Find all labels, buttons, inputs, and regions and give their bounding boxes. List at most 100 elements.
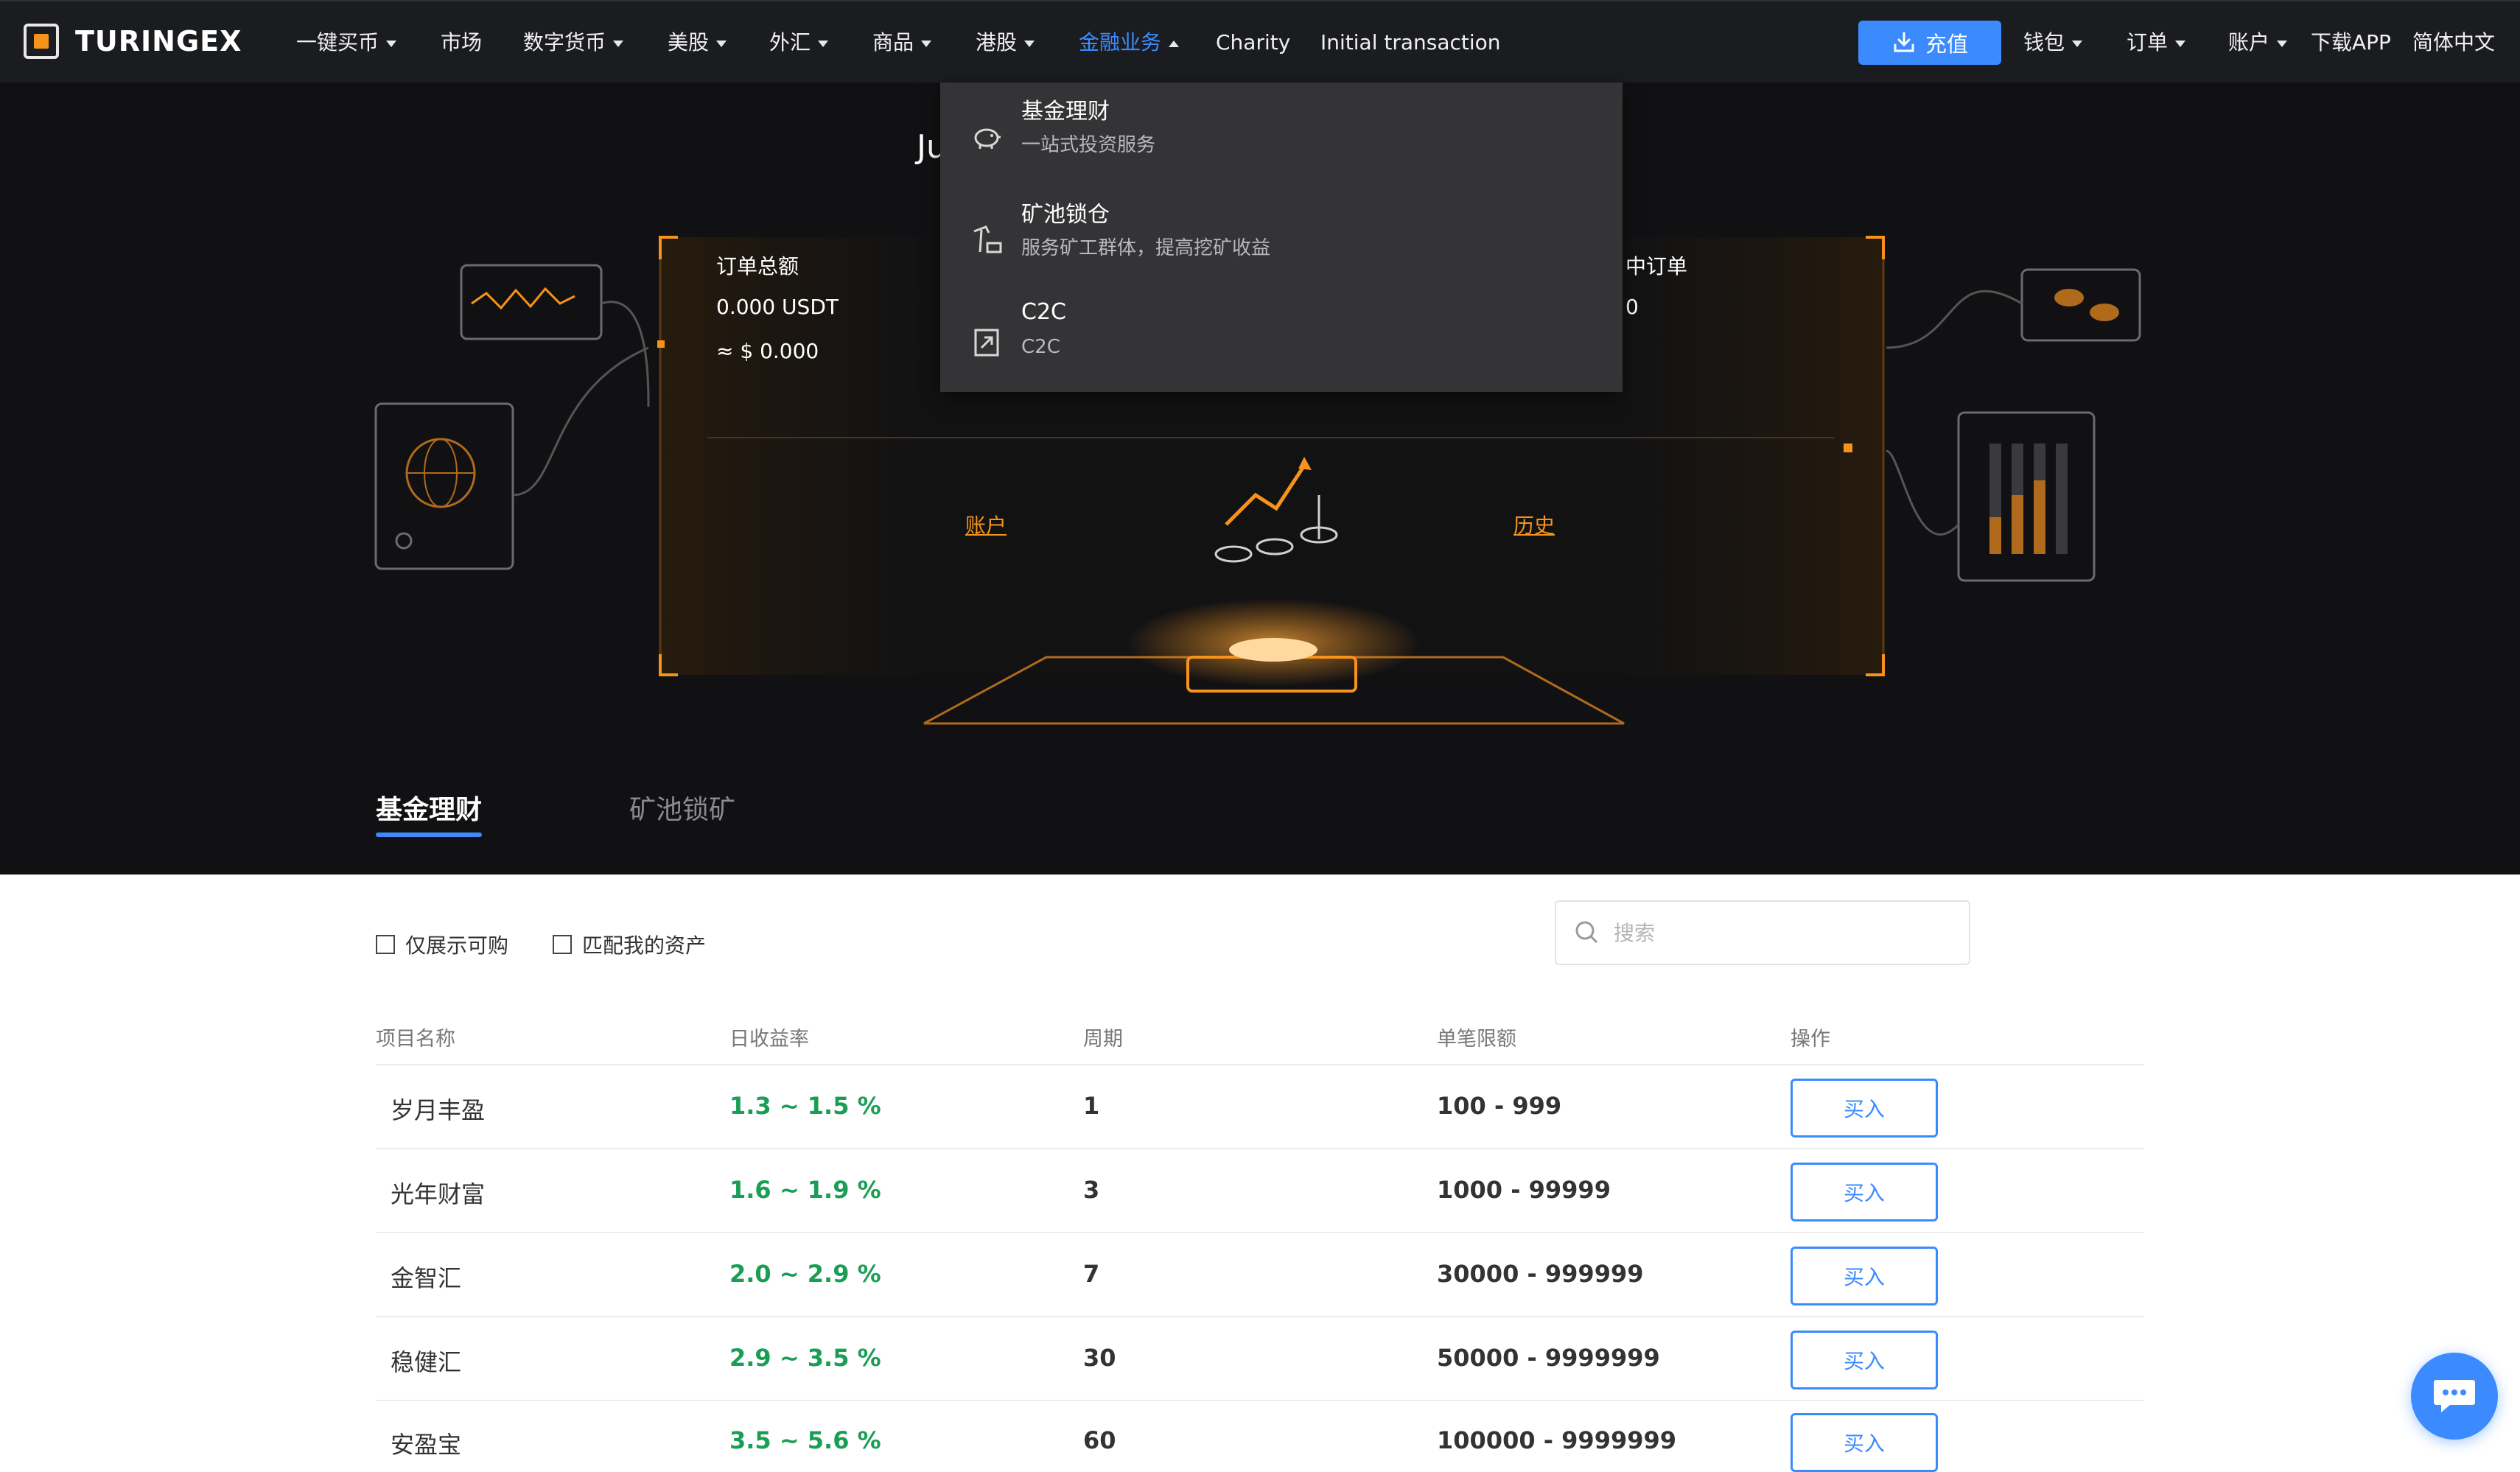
- row-cycle: 60: [1083, 1426, 1116, 1454]
- brand-name: TURINGEX: [75, 25, 242, 57]
- nav-item-account[interactable]: 账户: [2228, 28, 2288, 57]
- row-limit: 30000 - 999999: [1437, 1260, 1644, 1288]
- search-icon: [1575, 921, 1598, 944]
- row-rate: 1.3 ~ 1.5 %: [729, 1092, 881, 1120]
- mining-cart-icon: [973, 225, 1002, 253]
- logo-icon: [24, 24, 59, 59]
- column-header-cycle: 周期: [1083, 1028, 1123, 1051]
- match-assets-filter[interactable]: 匹配我的资产: [553, 930, 706, 959]
- chevron-down-icon: [613, 40, 624, 47]
- active-orders-label: 中订单: [1625, 254, 1688, 278]
- dropdown-item-title: 矿池锁仓: [1021, 202, 1110, 228]
- row-limit: 1000 - 99999: [1437, 1176, 1611, 1204]
- dropdown-item-subtitle: 一站式投资服务: [1021, 134, 1156, 156]
- buy-button[interactable]: 买入: [1791, 1163, 1938, 1222]
- column-header-limit: 单笔限额: [1437, 1028, 1516, 1051]
- dropdown-item-title: C2C: [1021, 299, 1066, 325]
- buy-button[interactable]: 买入: [1791, 1331, 1938, 1389]
- nav-item-us-stocks[interactable]: 美股: [668, 28, 727, 57]
- chevron-down-icon: [818, 40, 829, 47]
- row-rate: 2.9 ~ 3.5 %: [729, 1344, 881, 1372]
- row-name: 光年财富: [391, 1180, 486, 1208]
- table-divider: [376, 1148, 2144, 1149]
- nav-item-buy-crypto[interactable]: 一键买币: [296, 28, 397, 57]
- chat-support-button[interactable]: [2411, 1353, 2498, 1440]
- table-divider: [376, 1232, 2144, 1233]
- financial-business-dropdown: 基金理财 一站式投资服务 矿池锁仓 服务矿工群体，提高挖矿收益 C2C C2C: [940, 83, 1623, 392]
- only-buyable-label: 仅展示可购: [405, 933, 509, 958]
- row-name: 安盈宝: [391, 1431, 462, 1459]
- chevron-down-icon: [1024, 40, 1035, 47]
- orders-total-usd: ≈ $ 0.000: [716, 339, 819, 363]
- deposit-button[interactable]: 充值: [1858, 21, 2001, 65]
- chevron-down-icon: [386, 40, 397, 47]
- table-divider: [376, 1400, 2144, 1401]
- dropdown-item-title: 基金理财: [1021, 99, 1110, 125]
- nav-item-market[interactable]: 市场: [441, 28, 482, 57]
- only-buyable-checkbox[interactable]: [376, 935, 395, 954]
- nav-item-language[interactable]: 简体中文: [2412, 28, 2495, 57]
- chevron-down-icon: [2277, 40, 2288, 47]
- nav-item-hk-stocks[interactable]: 港股: [976, 28, 1035, 57]
- row-limit: 50000 - 9999999: [1437, 1344, 1660, 1372]
- row-name: 岁月丰盈: [391, 1096, 486, 1124]
- nav-item-initial-transaction[interactable]: Initial transaction: [1320, 28, 1501, 57]
- dropdown-item-subtitle: 服务矿工群体，提高挖矿收益: [1021, 237, 1271, 259]
- buy-button[interactable]: 买入: [1791, 1079, 1938, 1138]
- row-rate: 2.0 ~ 2.9 %: [729, 1260, 881, 1288]
- history-link[interactable]: 历史: [1513, 510, 1555, 539]
- top-nav: TURINGEX 一键买币 市场 数字货币 美股 外汇 商品 港股 金融业务 C…: [0, 0, 2520, 83]
- buy-button[interactable]: 买入: [1791, 1413, 1938, 1472]
- account-link[interactable]: 账户: [965, 510, 1007, 539]
- logo[interactable]: TURINGEX: [24, 24, 242, 59]
- nav-item-financial-business[interactable]: 金融业务: [1079, 28, 1180, 57]
- row-limit: 100000 - 9999999: [1437, 1426, 1677, 1454]
- match-assets-checkbox[interactable]: [553, 935, 572, 954]
- chevron-down-icon: [716, 40, 727, 47]
- column-header-action: 操作: [1791, 1028, 1830, 1051]
- chevron-down-icon: [2072, 40, 2083, 47]
- dropdown-item-mining-lock[interactable]: 矿池锁仓 服务矿工群体，提高挖矿收益: [940, 187, 1623, 289]
- dropdown-item-fund-finance[interactable]: 基金理财 一站式投资服务: [940, 84, 1623, 186]
- orders-total-label: 订单总额: [716, 254, 799, 278]
- nav-item-digital-currency[interactable]: 数字货币: [523, 28, 624, 57]
- row-cycle: 3: [1083, 1176, 1100, 1204]
- row-name: 稳健汇: [391, 1348, 462, 1376]
- only-buyable-filter[interactable]: 仅展示可购: [376, 930, 508, 959]
- dropdown-item-c2c[interactable]: C2C C2C: [940, 290, 1623, 392]
- nav-item-download-app[interactable]: 下载APP: [2311, 28, 2391, 57]
- chat-bubble-icon: [2434, 1380, 2475, 1412]
- row-cycle: 1: [1083, 1092, 1100, 1120]
- buy-button[interactable]: 买入: [1791, 1247, 1938, 1305]
- active-tab-indicator: [376, 833, 482, 837]
- match-assets-label: 匹配我的资产: [582, 933, 707, 958]
- nav-item-commodities[interactable]: 商品: [872, 28, 932, 57]
- orders-total-usdt: 0.000 USDT: [716, 295, 839, 319]
- row-cycle: 30: [1083, 1344, 1116, 1372]
- table-divider: [376, 1316, 2144, 1317]
- dropdown-item-subtitle: C2C: [1021, 336, 1060, 358]
- piggy-bank-icon: [974, 128, 1001, 149]
- row-rate: 1.6 ~ 1.9 %: [729, 1176, 881, 1204]
- row-limit: 100 - 999: [1437, 1092, 1562, 1120]
- search-box[interactable]: [1555, 900, 1970, 965]
- chevron-up-icon: [1169, 40, 1180, 47]
- nav-item-wallet[interactable]: 钱包: [2023, 28, 2083, 57]
- tab-mining-lock[interactable]: 矿池锁矿: [629, 788, 735, 827]
- column-header-name: 项目名称: [376, 1028, 455, 1051]
- search-input[interactable]: [1612, 919, 1954, 946]
- chevron-down-icon: [2175, 40, 2186, 47]
- nav-item-forex[interactable]: 外汇: [769, 28, 829, 57]
- tab-fund-finance[interactable]: 基金理财: [376, 788, 482, 827]
- active-orders-value: 0: [1625, 295, 1639, 319]
- table-divider: [376, 1064, 2144, 1065]
- row-cycle: 7: [1083, 1260, 1100, 1288]
- nav-item-orders[interactable]: 订单: [2127, 28, 2186, 57]
- column-header-daily-rate: 日收益率: [729, 1028, 809, 1051]
- c2c-document-icon: [974, 329, 999, 357]
- nav-item-charity[interactable]: Charity: [1216, 28, 1290, 57]
- chevron-down-icon: [921, 40, 932, 47]
- row-rate: 3.5 ~ 5.6 %: [729, 1426, 881, 1454]
- row-name: 金智汇: [391, 1264, 462, 1292]
- download-icon: [1894, 32, 1914, 52]
